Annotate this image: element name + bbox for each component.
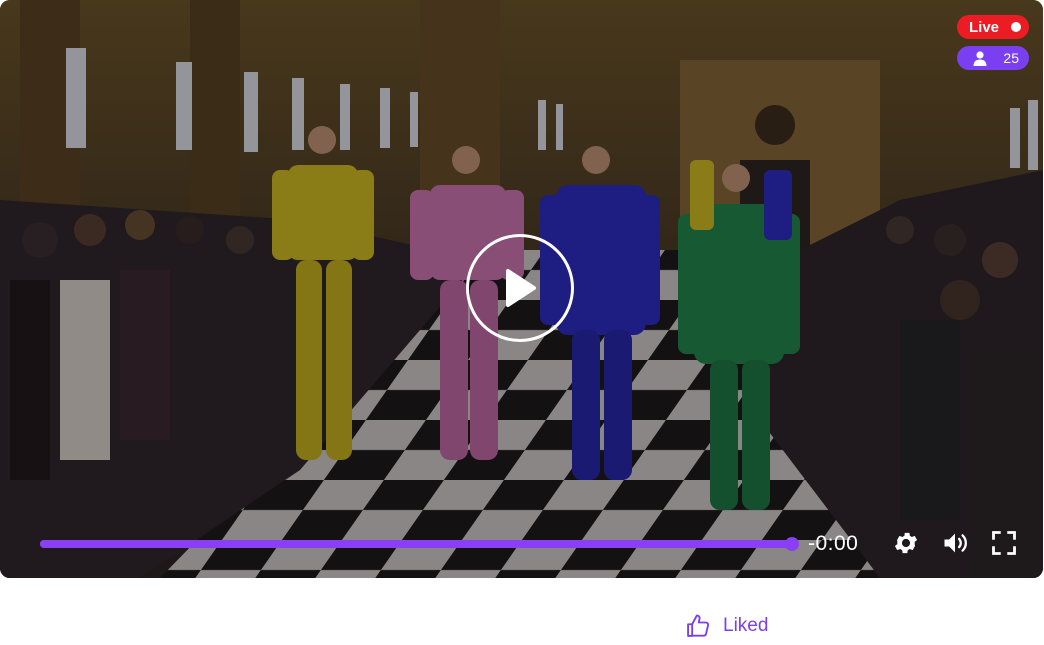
fullscreen-icon: [992, 531, 1016, 555]
video-player[interactable]: Live 25 -0:00: [0, 0, 1043, 578]
liked-label: Liked: [723, 615, 769, 636]
user-icon: [973, 50, 987, 66]
gear-icon: [894, 532, 918, 554]
fullscreen-button[interactable]: [989, 528, 1019, 558]
thumbs-up-icon: [687, 614, 710, 637]
record-dot-icon: [1011, 22, 1021, 32]
liked-button[interactable]: Liked: [684, 612, 768, 640]
play-button[interactable]: [466, 234, 574, 342]
play-icon: [506, 269, 536, 307]
progress-bar[interactable]: [40, 537, 799, 551]
live-label: Live: [969, 18, 1000, 36]
volume-button[interactable]: [940, 528, 970, 558]
time-remaining: -0:00: [808, 532, 859, 555]
live-badge: Live: [957, 15, 1029, 39]
viewer-count: 25: [1003, 50, 1019, 66]
progress-fill: [40, 540, 792, 548]
progress-handle[interactable]: [785, 537, 799, 551]
speaker-icon: [944, 533, 967, 553]
settings-button[interactable]: [891, 528, 921, 558]
viewer-count-badge: 25: [957, 46, 1029, 70]
